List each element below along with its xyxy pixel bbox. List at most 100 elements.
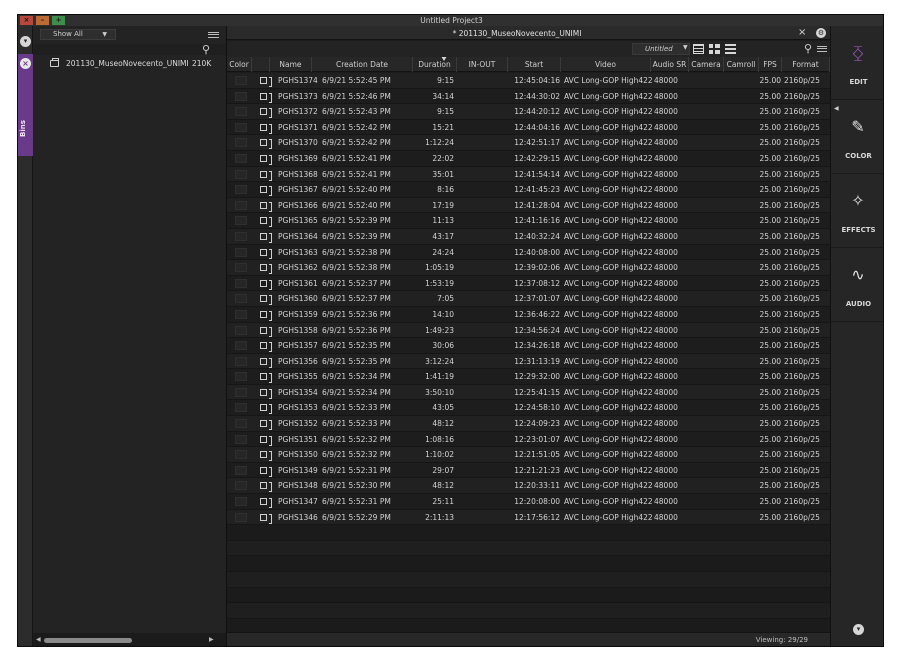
table-row[interactable]: PGHS1357 6/9/21 5:52:35 PM 30:06 12:34:26:1…	[227, 338, 830, 354]
clip-color-swatch[interactable]	[235, 263, 247, 273]
table-row[interactable]: PGHS1374 6/9/21 5:52:45 PM 9:15 12:45:04:16…	[227, 73, 830, 89]
scroll-thumb[interactable]	[44, 638, 132, 643]
table-row[interactable]: PGHS1352 6/9/21 5:52:33 PM 48:12 12:24:09:2…	[227, 416, 830, 432]
bin-item[interactable]: 201130_MuseoNovecento_UNIMI 210K	[33, 57, 226, 71]
page-tab-edit[interactable]: ⧰ EDIT	[831, 26, 883, 100]
clip-color-swatch[interactable]	[235, 419, 247, 429]
table-row[interactable]: PGHS1365 6/9/21 5:52:39 PM 11:13 12:41:16:1…	[227, 213, 830, 229]
column-header-created[interactable]: Creation Date	[312, 57, 413, 72]
gear-icon[interactable]: ⚙	[816, 28, 826, 38]
column-header-format[interactable]: Format	[782, 57, 830, 72]
clip-color-swatch[interactable]	[235, 278, 247, 288]
panel-toggle-button[interactable]: ▾	[20, 36, 31, 47]
table-row[interactable]: PGHS1351 6/9/21 5:52:32 PM 1:08:16 12:23:01…	[227, 431, 830, 448]
column-header-camera[interactable]: Camera	[689, 57, 724, 72]
column-header-fps[interactable]: FPS	[759, 57, 782, 72]
column-header-color[interactable]: Color	[227, 57, 252, 72]
table-row[interactable]: PGHS1370 6/9/21 5:52:42 PM 1:12:24 12:42:51…	[227, 135, 830, 151]
column-header-name[interactable]: Name	[270, 57, 312, 72]
clip-color-swatch[interactable]	[235, 216, 247, 226]
table-row[interactable]: PGHS1356 6/9/21 5:52:35 PM 3:12:24 12:31:13…	[227, 353, 830, 370]
table-row[interactable]: PGHS1371 6/9/21 5:52:42 PM 15:21 12:44:04:1…	[227, 119, 830, 136]
table-row[interactable]: PGHS1360 6/9/21 5:52:37 PM 7:05 12:37:01:07…	[227, 291, 830, 307]
clip-color-swatch[interactable]	[235, 76, 247, 85]
table-row[interactable]: PGHS1350 6/9/21 5:52:32 PM 1:10:02 12:21:51…	[227, 447, 830, 463]
table-row[interactable]: PGHS1373 6/9/21 5:52:46 PM 34:14 12:44:30:0…	[227, 88, 830, 105]
clip-color-swatch[interactable]	[235, 169, 247, 179]
bin-horizontal-scrollbar[interactable]: ◀ ▶	[33, 633, 226, 646]
table-row[interactable]: PGHS1364 6/9/21 5:52:39 PM 43:17 12:40:32:2…	[227, 228, 830, 245]
table-row[interactable]: PGHS1347 6/9/21 5:52:31 PM 25:11 12:20:08:0…	[227, 494, 830, 510]
clip-color-swatch[interactable]	[235, 294, 247, 304]
column-header-video[interactable]: Video	[561, 57, 651, 72]
clip-color-swatch[interactable]	[235, 138, 247, 148]
clip-color-swatch[interactable]	[235, 450, 247, 460]
table-row[interactable]: PGHS1372 6/9/21 5:52:43 PM 9:15 12:44:20:12…	[227, 104, 830, 120]
clip-color-swatch[interactable]	[235, 387, 247, 397]
column-header-camroll[interactable]: Camroll	[724, 57, 759, 72]
cell-format: 2160p/25	[784, 91, 820, 101]
settings-toggle-button[interactable]: ▾	[853, 624, 864, 635]
table-row[interactable]: PGHS1354 6/9/21 5:52:34 PM 3:50:10 12:25:41…	[227, 384, 830, 401]
bins-tab[interactable]: × Bins	[18, 54, 33, 156]
list-view-icon[interactable]	[725, 44, 736, 54]
clip-color-swatch[interactable]	[235, 107, 247, 117]
clip-color-swatch[interactable]	[235, 356, 247, 366]
table-row[interactable]: PGHS1349 6/9/21 5:52:31 PM 29:07 12:21:21:2…	[227, 462, 830, 479]
clip-color-swatch[interactable]	[235, 465, 247, 475]
bin-filter-select[interactable]: Show All ▼	[40, 29, 116, 40]
table-row[interactable]: PGHS1359 6/9/21 5:52:36 PM 14:10 12:36:46:2…	[227, 306, 830, 323]
table-row[interactable]: PGHS1355 6/9/21 5:52:34 PM 1:41:19 12:29:32…	[227, 369, 830, 385]
bin-menu-icon[interactable]	[208, 32, 219, 38]
page-tab-effects[interactable]: ✧ EFFECTS	[831, 174, 883, 248]
table-row[interactable]: PGHS1366 6/9/21 5:52:40 PM 17:19 12:41:28:0…	[227, 197, 830, 214]
clip-color-swatch[interactable]	[235, 91, 247, 101]
clip-color-swatch[interactable]	[235, 512, 247, 522]
column-header-start[interactable]: Start	[508, 57, 561, 72]
clip-color-swatch[interactable]	[235, 122, 247, 132]
close-icon[interactable]: ×	[798, 27, 806, 38]
table-row[interactable]: PGHS1358 6/9/21 5:52:36 PM 1:49:23 12:34:56…	[227, 322, 830, 339]
clip-color-swatch[interactable]	[235, 309, 247, 319]
thumbnail-view-icon[interactable]	[709, 44, 720, 54]
column-header-inout[interactable]: IN-OUT	[457, 57, 508, 72]
scroll-right-icon[interactable]: ▶	[209, 636, 214, 643]
scroll-left-icon[interactable]: ◀	[36, 636, 41, 643]
clip-color-swatch[interactable]	[235, 403, 247, 413]
search-icon[interactable]: ⚲	[202, 43, 210, 56]
table-row[interactable]: PGHS1363 6/9/21 5:52:38 PM 24:24 12:40:08:0…	[227, 244, 830, 261]
cell-fps: 25.00	[759, 107, 781, 117]
search-icon[interactable]: ⚲	[804, 42, 812, 55]
clip-color-swatch[interactable]	[235, 153, 247, 163]
clip-color-swatch[interactable]	[235, 481, 247, 491]
table-row[interactable]: PGHS1367 6/9/21 5:52:40 PM 8:16 12:41:45:23…	[227, 182, 830, 198]
table-row[interactable]: PGHS1348 6/9/21 5:52:30 PM 48:12 12:20:33:1…	[227, 478, 830, 495]
clip-color-swatch[interactable]	[235, 231, 247, 241]
page-tab-audio[interactable]: ∿ AUDIO	[831, 248, 883, 322]
clip-color-swatch[interactable]	[235, 497, 247, 507]
clip-color-swatch[interactable]	[235, 372, 247, 382]
table-row[interactable]: PGHS1368 6/9/21 5:52:41 PM 35:01 12:41:54:1…	[227, 166, 830, 183]
column-header-icon[interactable]	[252, 57, 270, 72]
table-row[interactable]: PGHS1361 6/9/21 5:52:37 PM 1:53:19 12:37:08…	[227, 275, 830, 292]
table-row[interactable]: PGHS1362 6/9/21 5:52:38 PM 1:05:19 12:39:02…	[227, 260, 830, 276]
view-preset-select[interactable]: Untitled	[632, 43, 690, 55]
column-header-audio-sr[interactable]: Audio SR	[651, 57, 689, 72]
bins-close-icon[interactable]: ×	[20, 58, 31, 69]
column-header-duration[interactable]: Duration	[413, 57, 457, 72]
clip-color-swatch[interactable]	[235, 434, 247, 444]
page-tab-color[interactable]: ✎ COLOR	[831, 100, 883, 174]
clip-color-swatch[interactable]	[235, 247, 247, 257]
clip-color-swatch[interactable]	[235, 185, 247, 195]
table-view-icon[interactable]	[693, 44, 704, 54]
cell-format: 2160p/25	[784, 153, 820, 163]
table-row[interactable]: PGHS1369 6/9/21 5:52:41 PM 22:02 12:42:29:1…	[227, 150, 830, 167]
menu-icon[interactable]	[817, 46, 827, 52]
clip-color-swatch[interactable]	[235, 200, 247, 210]
table-row[interactable]: PGHS1346 6/9/21 5:52:29 PM 2:11:13 12:17:56…	[227, 509, 830, 526]
clip-color-swatch[interactable]	[235, 325, 247, 335]
bin-tab-title[interactable]: * 201130_MuseoNovecento_UNIMI	[227, 29, 807, 38]
clip-color-swatch[interactable]	[235, 341, 247, 351]
table-row[interactable]: PGHS1353 6/9/21 5:52:33 PM 43:05 12:24:58:1…	[227, 400, 830, 417]
bin-search-bar[interactable]: ⚲	[33, 43, 226, 56]
